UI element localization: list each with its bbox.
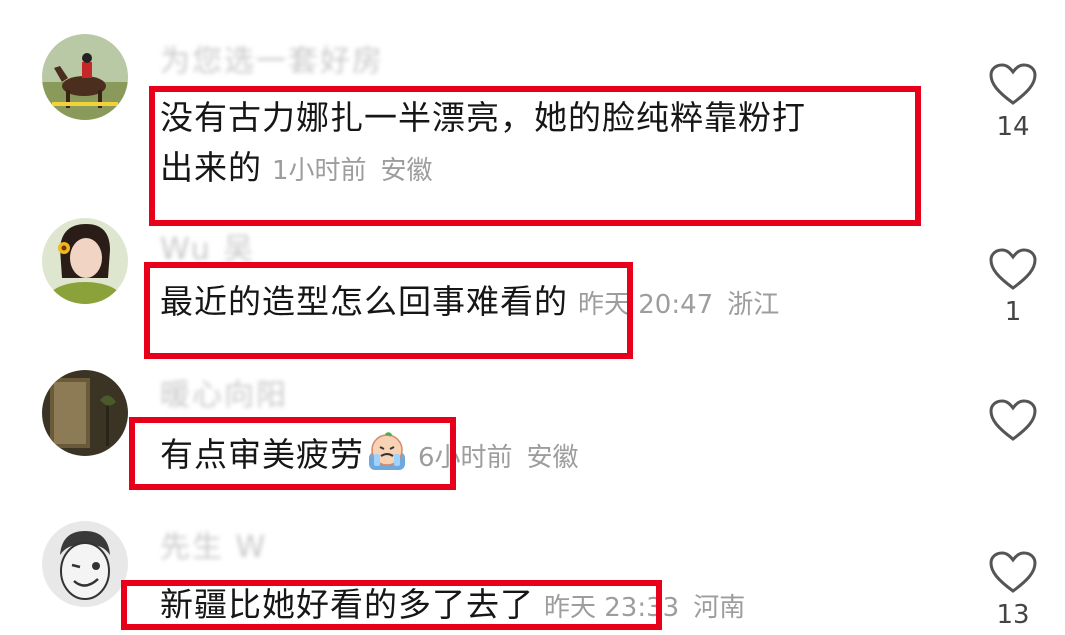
comment-location: 河南 [693,593,746,623]
like-button[interactable]: 1 [985,247,1041,327]
avatar[interactable] [42,218,128,304]
comment-location: 浙江 [727,290,780,320]
heart-outline-icon [989,551,1037,593]
room-avatar-icon [42,370,128,456]
heart-outline-icon [989,399,1037,441]
avatar[interactable] [42,521,128,607]
like-count: 13 [996,600,1030,630]
like-count: 14 [996,112,1030,142]
comment-item: 为您选一套好房 没有古力娜扎一半漂亮，她的脸纯粹靠粉打 出来的 1小时前 安徽 14 [0,0,1065,226]
like-button[interactable] [985,398,1041,448]
highlight-box [144,262,633,359]
username[interactable]: 暖心向阳 [160,370,288,414]
heart-outline-icon [989,63,1037,105]
like-count: 1 [1004,297,1022,327]
username[interactable]: 先生 W [160,522,267,566]
cartoon-boy-avatar-icon [42,521,128,607]
like-button[interactable]: 13 [985,550,1041,630]
heart-outline-icon [989,248,1037,290]
comment-location: 安徽 [526,443,579,473]
highlight-box [121,580,662,630]
username[interactable]: 为您选一套好房 [160,36,384,80]
avatar[interactable] [42,370,128,456]
highlight-box [149,86,921,226]
like-button[interactable]: 14 [985,62,1041,142]
avatar[interactable] [42,34,128,120]
highlight-box [129,417,456,490]
woman-sunflower-avatar-icon [42,218,128,304]
horse-rider-avatar-icon [42,34,128,120]
